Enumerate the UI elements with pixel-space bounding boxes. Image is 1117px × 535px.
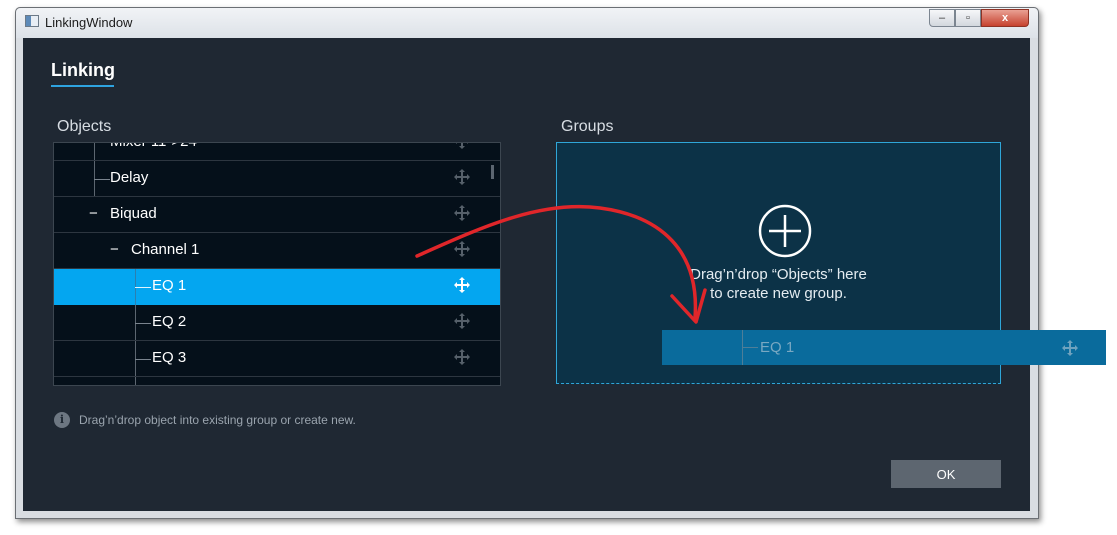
move-icon[interactable] bbox=[454, 142, 470, 149]
info-icon: i bbox=[54, 412, 70, 428]
tree-row-biquad[interactable]: − Biquad bbox=[54, 197, 500, 233]
app-icon bbox=[25, 15, 39, 27]
move-icon[interactable] bbox=[454, 241, 470, 257]
move-icon bbox=[1062, 340, 1078, 356]
groups-label: Groups bbox=[561, 118, 614, 135]
drag-ghost: EQ 1 bbox=[662, 330, 1106, 365]
tree-row-label: EQ 2 bbox=[152, 313, 187, 330]
tree-row-eq-1[interactable]: EQ 1 bbox=[54, 269, 500, 305]
page-title: Linking bbox=[51, 60, 115, 80]
tree-row-delay[interactable]: Delay bbox=[54, 161, 500, 197]
move-icon[interactable] bbox=[454, 313, 470, 329]
tree-row-label: EQ 3 bbox=[152, 349, 187, 366]
tree-branch bbox=[742, 347, 758, 348]
move-icon[interactable] bbox=[454, 349, 470, 365]
tree-row-channel-1[interactable]: − Channel 1 bbox=[54, 233, 500, 269]
objects-label: Objects bbox=[57, 118, 112, 135]
title-bar[interactable]: LinkingWindow – ▫ x bbox=[16, 8, 1038, 38]
move-icon[interactable] bbox=[454, 169, 470, 185]
window-title: LinkingWindow bbox=[45, 15, 133, 30]
close-button[interactable]: x bbox=[981, 9, 1029, 27]
tree-branch bbox=[135, 323, 151, 324]
tree-row-label: Mixer 11->24 bbox=[110, 143, 197, 150]
move-icon[interactable] bbox=[454, 205, 470, 221]
tree-row-label: Biquad bbox=[110, 205, 157, 222]
info-text: Drag’n’drop object into existing group o… bbox=[79, 413, 356, 427]
tree-row-label: Delay bbox=[110, 169, 149, 186]
ok-button[interactable]: OK bbox=[891, 460, 1001, 488]
add-circle-icon[interactable] bbox=[757, 203, 813, 259]
linking-window: LinkingWindow – ▫ x Linking Objects Grou… bbox=[15, 7, 1039, 519]
drag-ghost-label: EQ 1 bbox=[760, 339, 795, 356]
collapse-toggle[interactable]: − bbox=[110, 241, 119, 258]
maximize-button[interactable]: ▫ bbox=[955, 9, 981, 27]
window-content: Linking Objects Groups Mixer 11->24 Dela… bbox=[23, 38, 1030, 511]
tree-branch bbox=[135, 359, 151, 360]
minimize-button[interactable]: – bbox=[929, 9, 955, 27]
drop-hint-line-2: to create new group. bbox=[710, 285, 847, 302]
tree-row-eq-3[interactable]: EQ 3 bbox=[54, 341, 500, 377]
tree-branch bbox=[94, 179, 110, 180]
tree-branch bbox=[135, 287, 151, 288]
collapse-toggle[interactable]: − bbox=[89, 205, 98, 222]
title-underline bbox=[51, 85, 114, 87]
tree-row-mixer[interactable]: Mixer 11->24 bbox=[54, 142, 500, 161]
tree-row-label: Channel 1 bbox=[131, 241, 200, 258]
tree-row-label: EQ 1 bbox=[152, 277, 187, 294]
objects-tree[interactable]: Mixer 11->24 Delay − Biquad − Channel 1 bbox=[53, 142, 501, 386]
drop-hint-line-1: Drag’n’drop “Objects” here bbox=[690, 266, 867, 283]
move-icon[interactable] bbox=[454, 277, 470, 293]
tree-row-eq-2[interactable]: EQ 2 bbox=[54, 305, 500, 341]
